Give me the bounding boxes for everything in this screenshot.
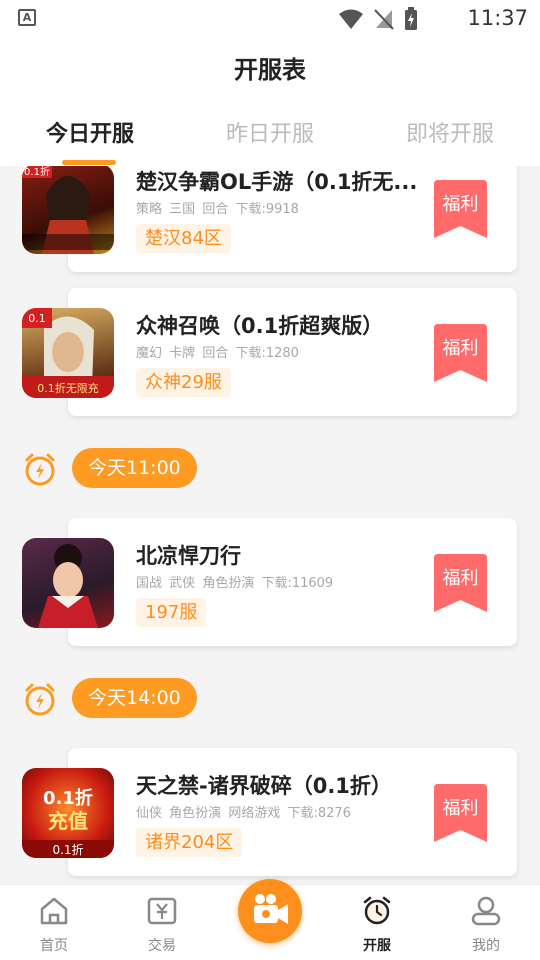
tag: 仙侠: [136, 806, 163, 821]
nav-kaifu[interactable]: 开服: [337, 885, 417, 960]
tag: 回合: [202, 346, 229, 361]
icon-tianzhijin-top: 0.1折: [43, 787, 93, 809]
nav-label: 首页: [40, 938, 68, 954]
tab-yesterday[interactable]: 昨日开服: [226, 116, 314, 148]
icon-chuhan-label: 0.1折: [24, 166, 50, 178]
game-icon-chuhan[interactable]: 0.1折: [22, 166, 114, 254]
alarm-clock-icon: [25, 453, 55, 486]
fuli-label: 福利: [442, 338, 479, 359]
nav-trade[interactable]: 交易: [122, 885, 202, 960]
tag: 魔幻: [136, 346, 163, 361]
download-count: 下载:8276: [287, 806, 351, 821]
time-pill: 今天11:00: [72, 448, 197, 488]
fuli-label: 福利: [442, 194, 479, 215]
user-icon: [471, 896, 501, 926]
time-pill: 今天14:00: [72, 678, 197, 718]
nav-label: 开服: [363, 938, 391, 954]
accessibility-icon: A: [18, 9, 36, 26]
video-camera-icon: [254, 894, 288, 924]
server-list[interactable]: 0.1折 楚汉争霸OL手游（0.1折无... 策略 三国 回合 下载:9918 …: [0, 166, 540, 884]
download-count: 下载:1280: [235, 346, 299, 361]
fuli-ribbon[interactable]: 福利: [434, 784, 487, 842]
battery-charging-icon: [405, 7, 417, 30]
game-name: 众神召唤（0.1折超爽版）: [136, 314, 384, 338]
download-count: 下载:11609: [261, 576, 334, 591]
icon-tianzhijin-bottom: 0.1折: [52, 842, 83, 857]
nav-video[interactable]: [238, 879, 302, 943]
home-icon: [40, 897, 68, 925]
trade-icon: [147, 897, 177, 925]
no-signal-icon: [374, 9, 394, 30]
game-name: 天之禁-诸界破碎（0.1折）: [136, 774, 392, 798]
server-badge: 诸界204区: [136, 828, 243, 857]
nav-home[interactable]: 首页: [14, 885, 94, 960]
tag: 网络游戏: [228, 806, 281, 821]
game-icon-zhongshen[interactable]: 0.1折无限充 0.1: [22, 308, 114, 398]
tag: 角色扮演: [202, 576, 255, 591]
nav-mine[interactable]: 我的: [446, 885, 526, 960]
icon-tianzhijin-mid: 充值: [48, 809, 88, 833]
tab-today[interactable]: 今日开服: [46, 116, 134, 148]
tag: 三国: [169, 202, 196, 217]
tag: 武侠: [169, 576, 196, 591]
bottom-nav: 首页 交易 开服 我的: [0, 879, 540, 960]
game-tags: 策略 三国 回合 下载:9918: [136, 198, 302, 217]
time-group-header: 今天11:00: [0, 448, 540, 488]
game-tags: 仙侠 角色扮演 网络游戏 下载:8276: [136, 802, 354, 821]
tag: 回合: [202, 202, 229, 217]
header: 开服表: [0, 36, 540, 98]
nav-label: 我的: [472, 938, 500, 954]
download-count: 下载:9918: [235, 202, 299, 217]
alarm-clock-icon: [25, 683, 55, 716]
icon-zhongshen-bottom: 0.1折无限充: [37, 381, 99, 395]
game-icon-tianzhijin[interactable]: 0.1折 充值 0.1折: [22, 768, 114, 858]
server-badge: 众神29服: [136, 368, 231, 397]
fuli-label: 福利: [442, 798, 479, 819]
clock-time: 11:37: [467, 6, 528, 30]
game-tags: 魔幻 卡牌 回合 下载:1280: [136, 342, 302, 361]
tab-upcoming[interactable]: 即将开服: [406, 116, 494, 148]
game-tags: 国战 武侠 角色扮演 下载:11609: [136, 572, 336, 591]
page-title: 开服表: [234, 56, 306, 84]
game-name: 北凉悍刀行: [136, 544, 241, 568]
fuli-ribbon[interactable]: 福利: [434, 324, 487, 382]
time-group-header: 今天14:00: [0, 678, 540, 718]
status-icons: [338, 7, 418, 31]
game-name: 楚汉争霸OL手游（0.1折无...: [136, 170, 418, 194]
tab-active-indicator: [62, 160, 116, 165]
fuli-label: 福利: [442, 568, 479, 589]
game-icon-beiliang[interactable]: [22, 538, 114, 628]
server-badge: 楚汉84区: [136, 224, 231, 253]
tag: 角色扮演: [169, 806, 222, 821]
alarm-clock-icon: [363, 896, 391, 925]
tag: 国战: [136, 576, 163, 591]
status-bar: A 11:37: [0, 0, 540, 36]
tag: 卡牌: [169, 346, 196, 361]
tag: 策略: [136, 202, 163, 217]
tab-bar: 今日开服 昨日开服 即将开服: [0, 98, 540, 166]
fuli-ribbon[interactable]: 福利: [434, 180, 487, 238]
fuli-ribbon[interactable]: 福利: [434, 554, 487, 612]
icon-zhongshen-top: 0.1: [28, 312, 46, 325]
wifi-icon: [339, 9, 363, 29]
nav-label: 交易: [148, 938, 176, 954]
server-badge: 197服: [136, 598, 207, 627]
